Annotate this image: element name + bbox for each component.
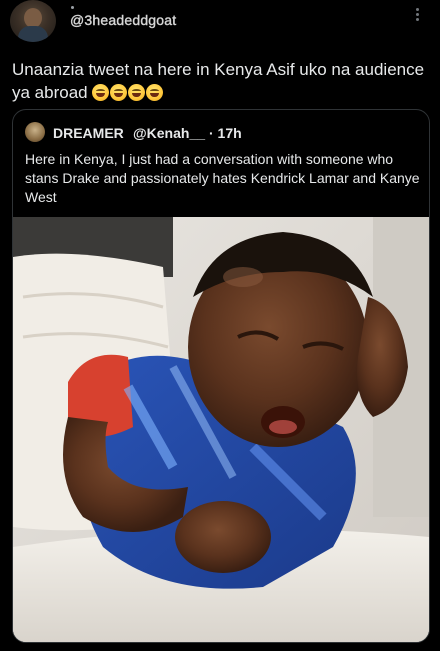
author-avatar[interactable]	[10, 0, 56, 42]
status-dot	[71, 6, 74, 9]
quoted-handle[interactable]: @Kenah__	[133, 125, 205, 141]
tweet-body: Unaanzia tweet na here in Kenya Asif uko…	[12, 58, 432, 104]
grinning-sweat-face-icon	[110, 84, 128, 101]
more-vertical-icon[interactable]	[414, 6, 420, 26]
photo-illustration	[13, 217, 429, 642]
author-username[interactable]: @3headeddgoat	[70, 12, 177, 28]
grinning-sweat-face-icon	[146, 84, 164, 101]
grinning-sweat-face-icon	[128, 84, 146, 101]
crying-baby-photo[interactable]	[13, 217, 429, 642]
quoted-text: Here in Kenya, I just had a conversation…	[25, 151, 420, 205]
tweet-header: @3headeddgoat	[0, 0, 440, 50]
quoted-timestamp: · 17h	[209, 125, 242, 141]
emoji-row	[92, 83, 164, 102]
quoted-tweet[interactable]: DREAMER @Kenah__ · 17h Here in Kenya, I …	[12, 109, 430, 643]
quoted-author-avatar[interactable]	[25, 122, 45, 142]
quoted-display-name[interactable]: DREAMER	[53, 125, 124, 141]
grinning-sweat-face-icon	[92, 84, 110, 101]
tweet-text: Unaanzia tweet na here in Kenya Asif uko…	[12, 60, 425, 102]
